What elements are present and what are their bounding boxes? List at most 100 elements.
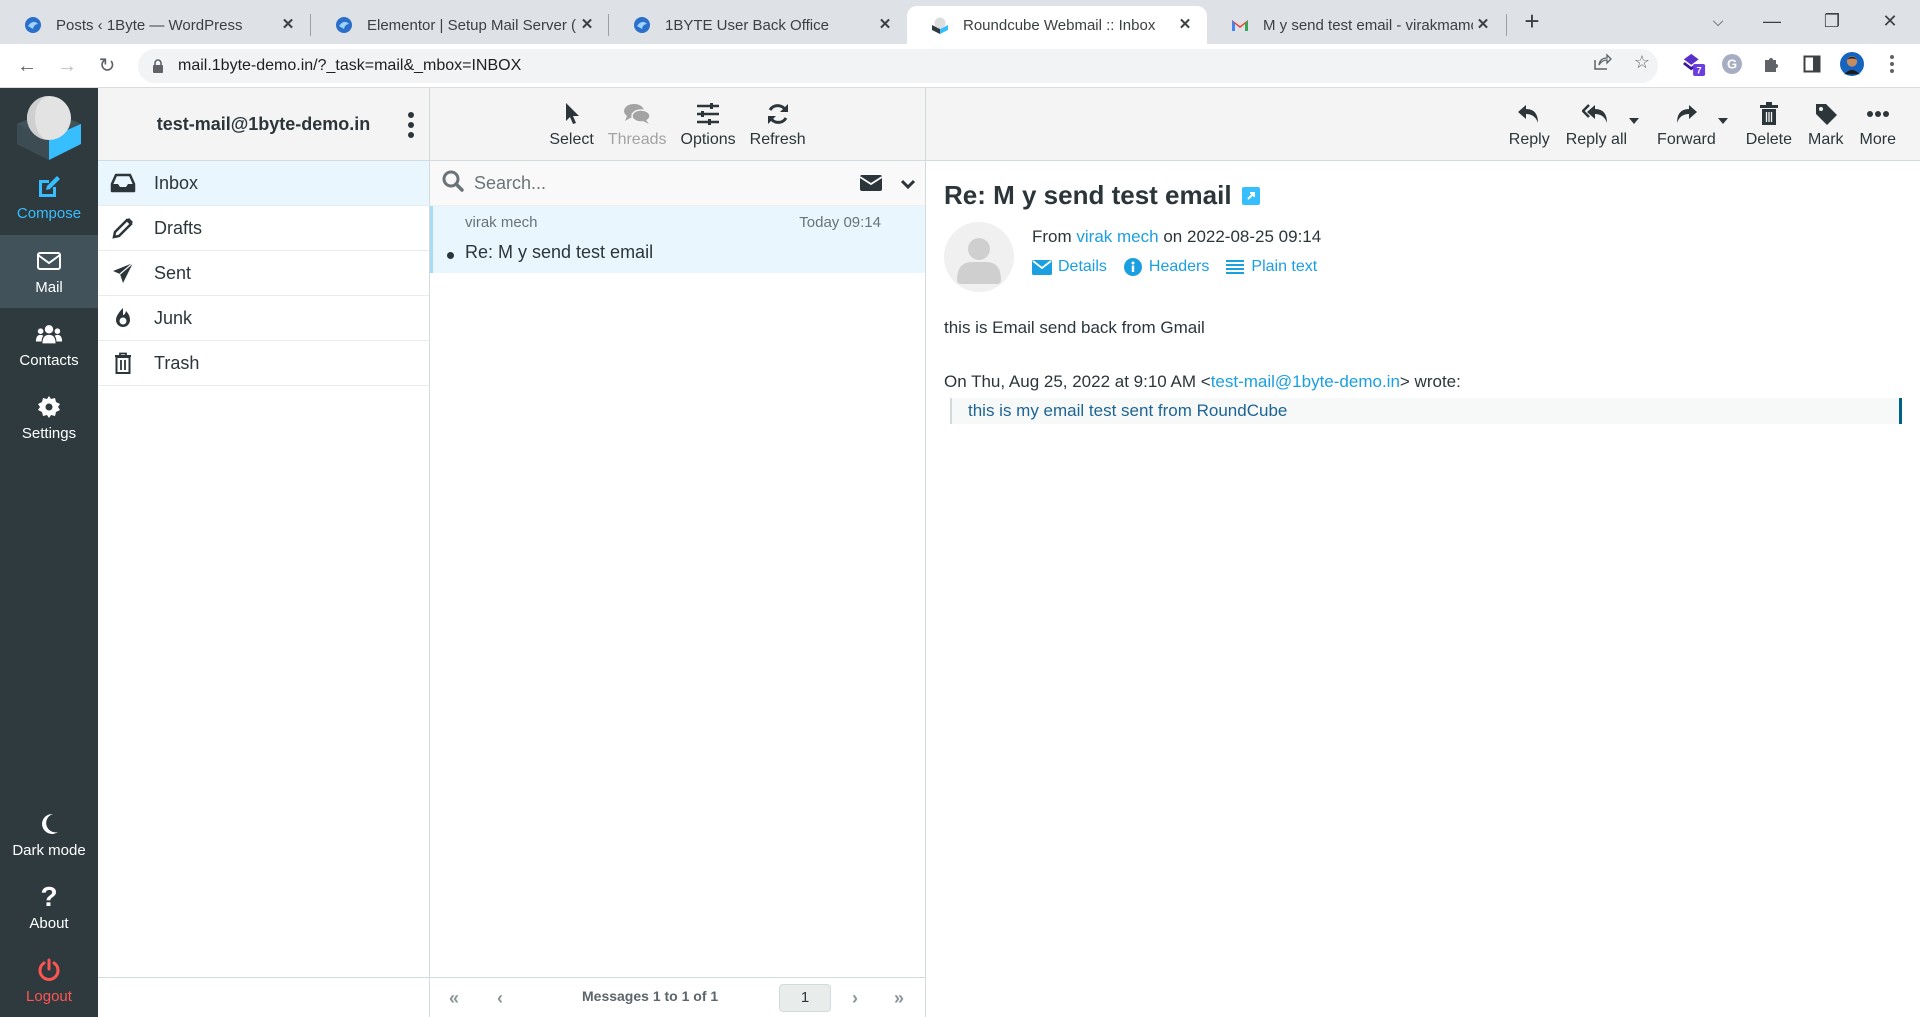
delete-button[interactable]: Delete bbox=[1738, 88, 1800, 160]
open-in-new-window-icon[interactable] bbox=[1241, 186, 1260, 205]
minimize-icon[interactable]: — bbox=[1752, 6, 1792, 36]
browser-tab[interactable]: Elementor | Setup Mail Server (Ro ✕ bbox=[311, 6, 609, 44]
last-page-icon[interactable]: » bbox=[887, 986, 911, 1010]
reply-all-button[interactable]: Reply all bbox=[1558, 88, 1640, 160]
forward-icon bbox=[1671, 99, 1701, 129]
browser-tab-active[interactable]: Roundcube Webmail :: Inbox ✕ bbox=[907, 6, 1207, 44]
compose-label: Compose bbox=[16, 205, 82, 222]
back-icon[interactable]: ← bbox=[12, 51, 42, 81]
search-options-chevron-down-icon[interactable] bbox=[900, 176, 916, 194]
browser-tab[interactable]: M y send test email - virakmamo ✕ bbox=[1207, 6, 1505, 44]
close-tab-icon[interactable]: ✕ bbox=[1175, 15, 1195, 35]
extensions-puzzle-icon[interactable] bbox=[1760, 52, 1784, 76]
page-number-input[interactable]: 1 bbox=[779, 984, 831, 1012]
mark-button[interactable]: Mark bbox=[1800, 88, 1852, 160]
mark-label: Mark bbox=[1807, 131, 1844, 148]
extension-stack-icon[interactable]: 7 bbox=[1682, 52, 1706, 76]
browser-menu-icon[interactable] bbox=[1880, 52, 1904, 76]
close-tab-icon[interactable]: ✕ bbox=[1473, 15, 1493, 35]
folder-panel: test-mail@1byte-demo.in Inbox Drafts Sen… bbox=[98, 88, 430, 1017]
close-tab-icon[interactable]: ✕ bbox=[278, 15, 298, 35]
message-preview-panel: Reply Reply all Forward Delete Mark More… bbox=[926, 88, 1920, 1017]
quoted-email-link[interactable]: test-mail@1byte-demo.in bbox=[1211, 372, 1400, 391]
search-input[interactable] bbox=[474, 172, 854, 194]
grammarly-icon[interactable]: G bbox=[1720, 52, 1744, 76]
folder-trash[interactable]: Trash bbox=[98, 341, 429, 386]
forward-icon[interactable]: → bbox=[52, 51, 82, 81]
forward-button[interactable]: Forward bbox=[1649, 88, 1728, 160]
browser-toolbar: ← → ↻ mail.1byte-demo.in/?_task=mail&_mb… bbox=[0, 44, 1920, 88]
message-date: 2022-08-25 09:14 bbox=[1186, 227, 1322, 246]
sender-link[interactable]: virak mech bbox=[1076, 227, 1158, 246]
details-label: Details bbox=[1058, 258, 1107, 275]
gmail-icon bbox=[1231, 16, 1249, 34]
tab-title: Elementor | Setup Mail Server (Ro bbox=[367, 16, 577, 34]
unread-filter-envelope-icon[interactable] bbox=[859, 174, 883, 197]
browser-tab[interactable]: 1BYTE User Back Office ✕ bbox=[609, 6, 907, 44]
message-count: Messages 1 to 1 of 1 bbox=[582, 988, 719, 1004]
previous-page-icon[interactable]: ‹ bbox=[488, 986, 512, 1010]
roundcube-logo[interactable] bbox=[14, 92, 84, 160]
folder-label: Trash bbox=[154, 352, 200, 373]
settings-button[interactable]: Settings bbox=[0, 381, 98, 454]
folder-inbox[interactable]: Inbox bbox=[98, 161, 429, 206]
share-icon[interactable] bbox=[1590, 50, 1614, 74]
gear-icon bbox=[35, 393, 63, 421]
details-link[interactable]: Details bbox=[1032, 258, 1107, 276]
about-label: About bbox=[29, 915, 69, 932]
side-panel-icon[interactable] bbox=[1800, 52, 1824, 76]
logout-button[interactable]: Logout bbox=[0, 944, 98, 1017]
quote-attribution: On Thu, Aug 25, 2022 at 9:10 AM <test-ma… bbox=[944, 372, 1902, 392]
close-window-icon[interactable]: ✕ bbox=[1870, 6, 1910, 36]
tab-search-icon[interactable]: ⌵ bbox=[1698, 6, 1738, 36]
mail-button[interactable]: Mail bbox=[0, 235, 98, 308]
folder-label: Sent bbox=[154, 262, 192, 283]
reload-icon[interactable]: ↻ bbox=[92, 51, 122, 81]
1byte-icon bbox=[335, 16, 353, 34]
dark-mode-button[interactable]: Dark mode bbox=[0, 798, 98, 871]
1byte-icon bbox=[633, 16, 651, 34]
folder-sent[interactable]: Sent bbox=[98, 251, 429, 296]
task-menu: Compose Mail Contacts Settings Dark mode… bbox=[0, 88, 98, 1017]
new-tab-button[interactable]: + bbox=[1518, 8, 1546, 36]
close-tab-icon[interactable]: ✕ bbox=[875, 15, 895, 35]
close-tab-icon[interactable]: ✕ bbox=[577, 15, 597, 35]
more-button[interactable]: More bbox=[1852, 88, 1904, 160]
tab-title: Posts ‹ 1Byte — WordPress bbox=[56, 16, 243, 34]
compose-icon bbox=[35, 173, 63, 201]
date-prefix: on bbox=[1163, 227, 1183, 246]
folder-panel-header: test-mail@1byte-demo.in bbox=[98, 88, 429, 161]
folder-drafts[interactable]: Drafts bbox=[98, 206, 429, 251]
reply-all-dropdown-caret-icon[interactable] bbox=[1629, 118, 1640, 124]
contacts-button[interactable]: Contacts bbox=[0, 308, 98, 381]
plain-text-link[interactable]: Plain text bbox=[1225, 258, 1317, 276]
message-row[interactable]: virak mech Today 09:14 Re: M y send test… bbox=[430, 206, 925, 273]
first-page-icon[interactable]: « bbox=[442, 986, 466, 1010]
compose-button[interactable]: Compose bbox=[0, 161, 98, 234]
select-button[interactable]: Select bbox=[542, 88, 600, 160]
search-icon[interactable] bbox=[442, 170, 464, 197]
message-toolbar: Reply Reply all Forward Delete Mark More bbox=[926, 88, 1920, 161]
profile-avatar[interactable] bbox=[1840, 52, 1864, 76]
address-bar[interactable]: mail.1byte-demo.in/?_task=mail&_mbox=INB… bbox=[138, 49, 1658, 83]
comments-icon bbox=[622, 99, 652, 129]
trash-icon bbox=[1754, 99, 1784, 129]
bookmark-star-icon[interactable]: ☆ bbox=[1630, 50, 1654, 74]
inbox-icon bbox=[110, 171, 136, 195]
headers-link[interactable]: Headers bbox=[1123, 258, 1209, 276]
threads-button[interactable]: Threads bbox=[601, 88, 674, 160]
maximize-icon[interactable]: ❐ bbox=[1812, 6, 1852, 36]
about-button[interactable]: ? About bbox=[0, 871, 98, 944]
forward-dropdown-caret-icon[interactable] bbox=[1717, 118, 1728, 124]
reply-button[interactable]: Reply bbox=[1501, 88, 1558, 160]
message-subject-heading: Re: M y send test email bbox=[944, 180, 1260, 211]
folder-actions-menu-icon[interactable] bbox=[401, 110, 421, 140]
folder-junk[interactable]: Junk bbox=[98, 296, 429, 341]
refresh-button[interactable]: Refresh bbox=[743, 88, 813, 160]
browser-tab[interactable]: Posts ‹ 1Byte — WordPress ✕ bbox=[0, 6, 310, 44]
folder-label: Drafts bbox=[154, 217, 203, 238]
folder-label: Junk bbox=[154, 307, 193, 328]
tag-icon bbox=[1811, 99, 1841, 129]
options-button[interactable]: Options bbox=[674, 88, 743, 160]
next-page-icon[interactable]: › bbox=[843, 986, 867, 1010]
